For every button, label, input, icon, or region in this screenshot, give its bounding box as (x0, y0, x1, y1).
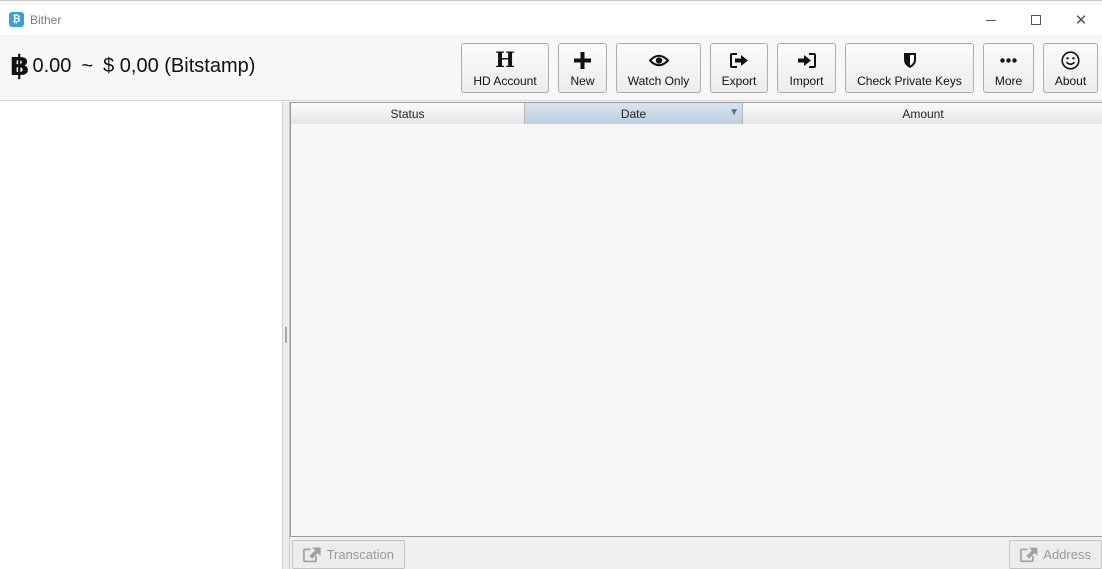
close-icon: ✕ (1074, 11, 1088, 29)
check-private-keys-button[interactable]: Check Private Keys (845, 43, 974, 93)
watch-only-button[interactable]: Watch Only (616, 43, 701, 93)
minimize-icon (986, 19, 996, 21)
close-button[interactable]: ✕ (1058, 5, 1102, 35)
export-icon (729, 48, 749, 72)
new-label: New (570, 74, 595, 88)
import-label: Import (789, 74, 824, 88)
hd-account-label: HD Account (473, 74, 537, 88)
import-button[interactable]: Import (777, 43, 836, 93)
balance-display: ฿ 0.00 ~ $ 0,00 (Bitstamp) (10, 52, 255, 80)
bottom-bar: Transcation Address (290, 537, 1102, 569)
about-button[interactable]: About (1043, 43, 1098, 93)
external-link-icon (303, 547, 321, 563)
address-list-panel[interactable] (0, 102, 283, 569)
transaction-link-button[interactable]: Transcation (292, 540, 405, 569)
title-bar: ₿ Bither ✕ (0, 5, 1102, 35)
table-header: Status Date ▼ Amount (291, 103, 1102, 124)
eye-icon (648, 48, 669, 72)
external-link-icon (1020, 547, 1038, 563)
import-icon (797, 48, 816, 72)
btc-balance: 0.00 (32, 54, 72, 77)
app-window: ₿ Bither ✕ ฿ 0.00 ~ $ 0,00 (Bitstamp) H … (0, 0, 1102, 569)
transactions-table[interactable]: Status Date ▼ Amount (290, 102, 1102, 537)
new-button[interactable]: New (558, 43, 607, 93)
more-button[interactable]: More (983, 43, 1034, 93)
maximize-button[interactable] (1013, 5, 1059, 35)
watch-only-label: Watch Only (627, 74, 690, 88)
window-title: Bither (30, 13, 62, 27)
fiat-balance: $ 0,00 (Bitstamp) (103, 54, 256, 77)
panel-splitter[interactable] (283, 102, 290, 569)
hd-account-button[interactable]: H HD Account (461, 43, 549, 93)
column-header-date[interactable]: Date ▼ (525, 103, 743, 124)
check-private-keys-label: Check Private Keys (857, 74, 962, 88)
more-label: More (994, 74, 1023, 88)
export-label: Export (721, 74, 757, 88)
shield-icon (903, 48, 917, 72)
maximize-icon (1031, 15, 1041, 25)
plus-icon (574, 48, 591, 72)
address-link-label: Address (1043, 547, 1091, 562)
export-button[interactable]: Export (710, 43, 768, 93)
smiley-icon (1061, 48, 1080, 72)
more-dots-icon (1000, 48, 1017, 72)
minimize-button[interactable] (968, 5, 1014, 35)
splitter-grip-icon[interactable] (285, 327, 287, 343)
header-toolbar: ฿ 0.00 ~ $ 0,00 (Bitstamp) H HD Account … (0, 35, 1102, 101)
address-link-button[interactable]: Address (1009, 540, 1102, 569)
column-header-amount[interactable]: Amount (743, 103, 1102, 124)
column-header-date-label: Date (620, 106, 647, 121)
about-label: About (1054, 74, 1087, 88)
column-header-status[interactable]: Status (291, 103, 525, 124)
sort-descending-icon: ▼ (729, 107, 739, 118)
bitcoin-icon: ฿ (10, 49, 30, 82)
h-letter-icon: H (495, 47, 515, 72)
transaction-link-label: Transcation (326, 547, 394, 562)
balance-separator: ~ (81, 54, 94, 77)
bither-app-icon: ₿ (9, 12, 24, 27)
